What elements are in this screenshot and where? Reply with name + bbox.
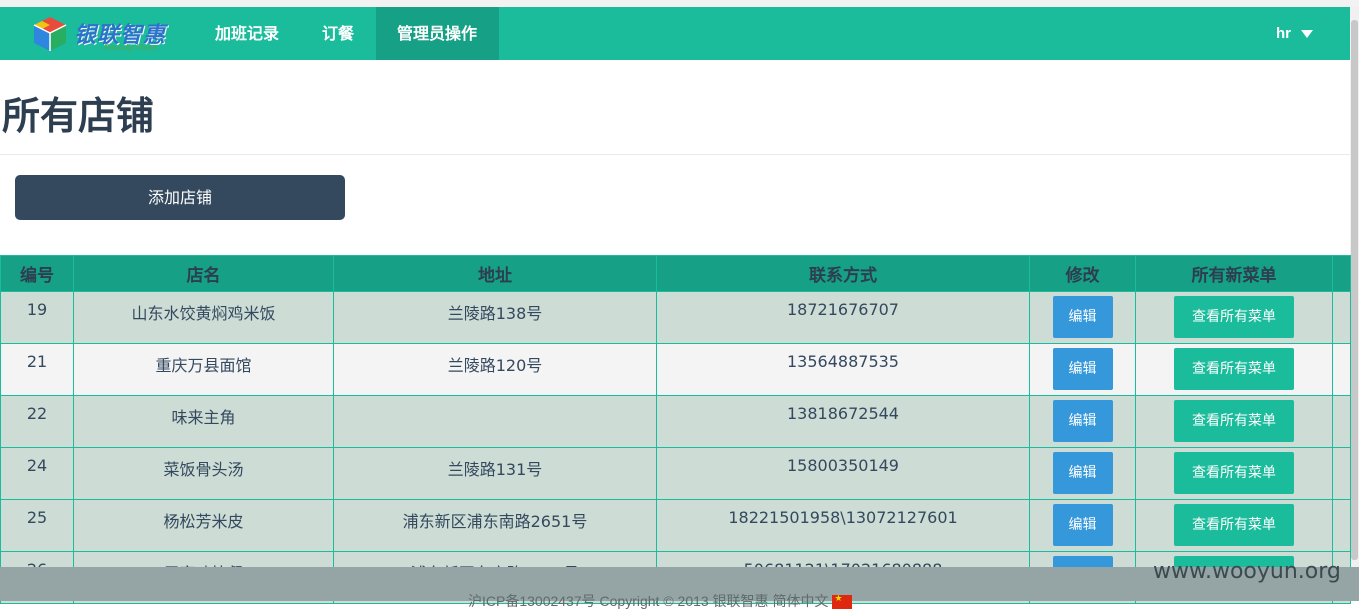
user-name: hr: [1276, 25, 1291, 42]
cell-address: 浦东新区浦东南路2651号: [333, 499, 657, 552]
footer-copyright: 沪ICP备13002437号 Copyright © 2013 银联智惠 简体中…: [468, 593, 829, 609]
shops-table: 编号 店名 地址 联系方式 修改 所有新菜单 19 山东水饺黄焖鸡米饭 兰陵路1…: [0, 255, 1351, 604]
view-menus-button[interactable]: 查看所有菜单: [1174, 296, 1294, 338]
page-title: 所有店铺: [2, 93, 155, 138]
cell-menus: 查看所有菜单: [1135, 343, 1333, 396]
footer-text: 沪ICP备13002437号 Copyright © 2013 银联智惠 简体中…: [468, 591, 853, 611]
view-menus-button[interactable]: 查看所有菜单: [1174, 452, 1294, 494]
add-shop-button[interactable]: 添加店铺: [15, 175, 345, 220]
edit-button[interactable]: 编辑: [1052, 400, 1113, 442]
cell-menus: 查看所有菜单: [1135, 291, 1333, 344]
cell-id: 21: [0, 343, 74, 396]
cell-extra: [1332, 291, 1351, 344]
view-menus-button[interactable]: 查看所有菜单: [1174, 400, 1294, 442]
cell-menus: 查看所有菜单: [1135, 499, 1333, 552]
cell-contact: 15800350149: [656, 447, 1030, 500]
cell-id: 22: [0, 395, 74, 448]
cell-name: 味来主角: [73, 395, 334, 448]
user-menu[interactable]: hr: [1276, 7, 1313, 60]
brand-subtitle: Roundly Share: [104, 43, 157, 52]
cell-contact: 18721676707: [656, 291, 1030, 344]
header-name: 店名: [73, 255, 334, 292]
table-header-row: 编号 店名 地址 联系方式 修改 所有新菜单: [0, 255, 1351, 292]
watermark: www.wooyun.org: [1153, 559, 1341, 584]
header-id: 编号: [0, 255, 74, 292]
cell-id: 25: [0, 499, 74, 552]
cell-extra: [1332, 343, 1351, 396]
cell-contact: 13818672544: [656, 395, 1030, 448]
cell-contact: 18221501958\13072127601: [656, 499, 1030, 552]
cell-menus: 查看所有菜单: [1135, 447, 1333, 500]
china-flag-icon[interactable]: [832, 593, 853, 610]
edit-button[interactable]: 编辑: [1052, 504, 1113, 546]
cell-menus: 查看所有菜单: [1135, 395, 1333, 448]
scrollbar-thumb[interactable]: [1351, 20, 1358, 560]
cell-edit: 编辑: [1029, 447, 1136, 500]
nav-admin-operations[interactable]: 管理员操作: [376, 7, 499, 60]
edit-button[interactable]: 编辑: [1052, 348, 1113, 390]
cell-extra: [1332, 499, 1351, 552]
table-row: 22 味来主角 13818672544 编辑 查看所有菜单: [0, 395, 1351, 448]
cell-edit: 编辑: [1029, 395, 1136, 448]
cell-id: 19: [0, 291, 74, 344]
header-contact: 联系方式: [656, 255, 1030, 292]
top-gap: [0, 0, 1359, 7]
cell-extra: [1332, 447, 1351, 500]
cube-logo-icon: [33, 17, 67, 51]
cell-address: 兰陵路120号: [333, 343, 657, 396]
header-extra: [1332, 255, 1351, 292]
edit-button[interactable]: 编辑: [1052, 452, 1113, 494]
table-row: 21 重庆万县面馆 兰陵路120号 13564887535 编辑 查看所有菜单: [0, 343, 1351, 396]
cell-name: 杨松芳米皮: [73, 499, 334, 552]
edit-button[interactable]: 编辑: [1052, 296, 1113, 338]
table-row: 24 菜饭骨头汤 兰陵路131号 15800350149 编辑 查看所有菜单: [0, 447, 1351, 500]
table-row: 19 山东水饺黄焖鸡米饭 兰陵路138号 18721676707 编辑 查看所有…: [0, 291, 1351, 344]
header-edit: 修改: [1029, 255, 1136, 292]
header-address: 地址: [333, 255, 657, 292]
view-menus-button[interactable]: 查看所有菜单: [1174, 348, 1294, 390]
cell-address: 兰陵路131号: [333, 447, 657, 500]
nav-overtime-records[interactable]: 加班记录: [194, 7, 300, 60]
cell-id: 24: [0, 447, 74, 500]
cell-edit: 编辑: [1029, 499, 1136, 552]
cell-address: 兰陵路138号: [333, 291, 657, 344]
brand-logo[interactable]: 银联智惠 Roundly Share: [30, 15, 175, 53]
cell-contact: 13564887535: [656, 343, 1030, 396]
nav-order-meal[interactable]: 订餐: [301, 7, 375, 60]
header-menus: 所有新菜单: [1135, 255, 1333, 292]
cell-edit: 编辑: [1029, 291, 1136, 344]
cell-name: 重庆万县面馆: [73, 343, 334, 396]
view-menus-button[interactable]: 查看所有菜单: [1174, 504, 1294, 546]
cell-extra: [1332, 395, 1351, 448]
navbar: 银联智惠 Roundly Share 加班记录 订餐 管理员操作 hr: [0, 7, 1350, 60]
cell-edit: 编辑: [1029, 343, 1136, 396]
cell-address: [333, 395, 657, 448]
table-row: 25 杨松芳米皮 浦东新区浦东南路2651号 18221501958\13072…: [0, 499, 1351, 552]
cell-name: 菜饭骨头汤: [73, 447, 334, 500]
caret-down-icon: [1301, 30, 1313, 39]
cell-name: 山东水饺黄焖鸡米饭: [73, 291, 334, 344]
divider: [0, 154, 1350, 155]
